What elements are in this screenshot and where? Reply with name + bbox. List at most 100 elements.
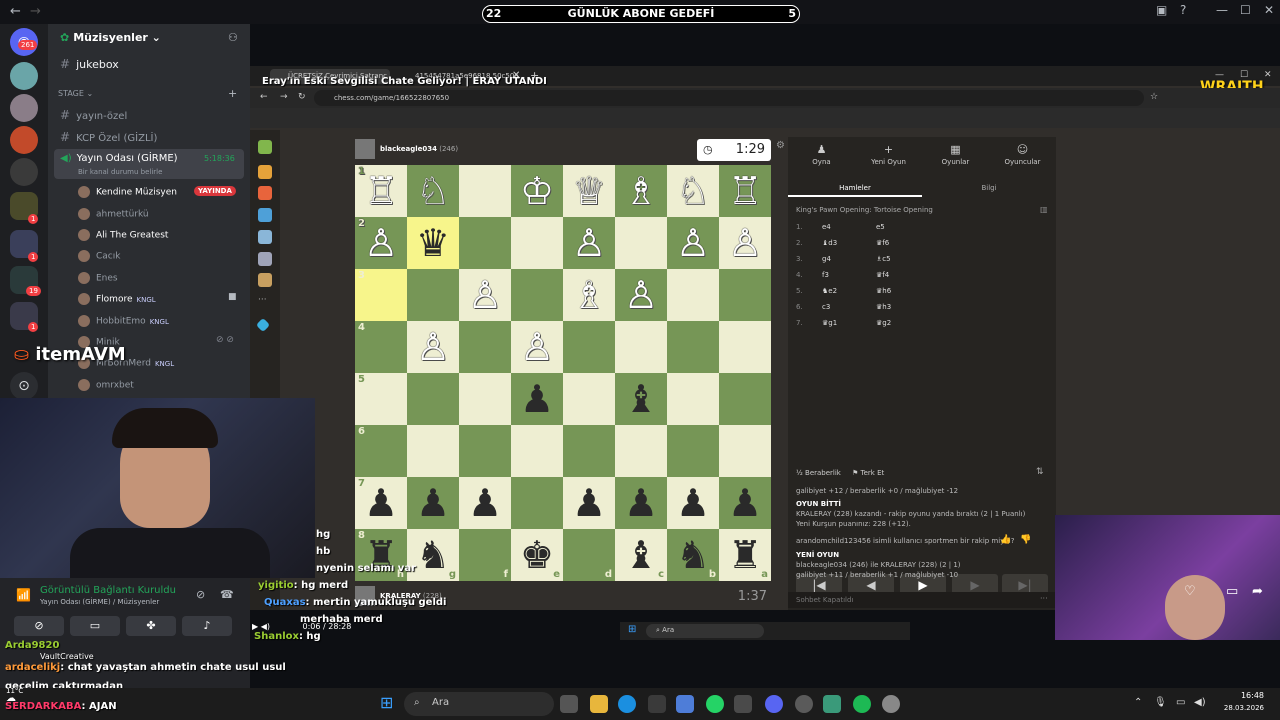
social-icon[interactable] <box>258 252 272 266</box>
settings-icon[interactable] <box>882 695 900 713</box>
share-icon[interactable]: ➦ <box>1252 584 1263 599</box>
board-square[interactable]: ♖ 1 <box>355 165 407 217</box>
board-square[interactable]: ♙ <box>459 269 511 321</box>
voice-channel-name[interactable]: ◀) Yayın Odası (GİRME) <box>60 153 178 164</box>
board-square[interactable]: ♟ <box>511 373 563 425</box>
board-square[interactable]: ♗ <box>563 269 615 321</box>
board-square[interactable] <box>615 425 667 477</box>
board-square[interactable]: ♟ <box>459 477 511 529</box>
board-square[interactable]: ♛ <box>407 217 459 269</box>
voice-user[interactable]: omrxbet <box>78 379 134 391</box>
board-square[interactable] <box>615 217 667 269</box>
board-square[interactable]: ♞ b <box>667 529 719 581</box>
taskbar-search[interactable] <box>404 692 554 716</box>
board-square[interactable]: ♝ c <box>615 529 667 581</box>
network-icon[interactable]: ▭ <box>1176 697 1185 708</box>
board-square[interactable] <box>719 425 771 477</box>
board-square[interactable]: ♙ <box>511 321 563 373</box>
voice-status[interactable]: Bir kanal durumu belirle <box>78 168 162 176</box>
draw-button[interactable]: ½ Beraberlik <box>796 469 841 477</box>
spotify-icon[interactable] <box>853 695 871 713</box>
board-square[interactable] <box>459 217 511 269</box>
move-san[interactable]: e5 <box>876 223 885 231</box>
server-name[interactable]: ✿ Müzisyenler ⌄ <box>60 31 161 44</box>
server-icon-1[interactable] <box>10 62 38 90</box>
maximize-icon[interactable]: ☐ <box>1240 3 1251 17</box>
board-square[interactable]: 4 <box>355 321 407 373</box>
edge-icon[interactable] <box>618 695 636 713</box>
app-icon[interactable] <box>823 695 841 713</box>
resign-button[interactable]: ⚑ Terk Et <box>852 469 884 477</box>
board-square[interactable] <box>511 217 563 269</box>
comment-icon[interactable]: ▭ <box>1226 584 1238 599</box>
voice-user[interactable]: Ali The Greatest <box>78 229 168 241</box>
back-icon[interactable]: ← <box>260 92 268 102</box>
outlook-icon[interactable] <box>676 695 694 713</box>
app-icon[interactable] <box>648 695 666 713</box>
board-square[interactable]: ♘ <box>407 165 459 217</box>
board-square[interactable] <box>719 373 771 425</box>
board-square[interactable]: ♙ <box>407 321 459 373</box>
board-square[interactable] <box>563 321 615 373</box>
board-square[interactable] <box>511 269 563 321</box>
close-icon[interactable]: ✕ <box>1264 70 1272 80</box>
top-player[interactable]: blackeagle034 (246) <box>355 139 458 159</box>
voice-user[interactable]: HobbitEmo KNGL <box>78 315 169 327</box>
board-square[interactable]: ♝ <box>615 373 667 425</box>
board-square[interactable]: 3 <box>355 269 407 321</box>
soundboard-button[interactable]: ♪ <box>182 616 232 636</box>
tab-play[interactable]: ♟ Oyna <box>788 143 855 166</box>
board-square[interactable] <box>719 321 771 373</box>
move-san[interactable]: ♛g1 <box>822 319 837 327</box>
more-icon[interactable] <box>258 273 272 287</box>
tab-games[interactable]: ▦ Oyunlar <box>922 143 989 166</box>
file-explorer-icon[interactable] <box>590 695 608 713</box>
category-stage[interactable]: STAGE ⌄ <box>58 89 93 98</box>
board-square[interactable]: ♗ <box>615 165 667 217</box>
settings-gear-icon[interactable]: ⚙ <box>776 140 785 151</box>
noise-suppression-icon[interactable]: ⊘ <box>196 588 205 601</box>
move-san[interactable]: ♗c5 <box>876 255 891 263</box>
board-square[interactable] <box>407 269 459 321</box>
board-square[interactable]: d <box>563 529 615 581</box>
tab-moves[interactable]: Hamleler <box>788 179 922 197</box>
server-icon-3[interactable] <box>10 126 38 154</box>
board-square[interactable] <box>459 425 511 477</box>
move-san[interactable]: ♛g2 <box>876 319 891 327</box>
activities-button[interactable]: ✤ <box>126 616 176 636</box>
microphone-icon[interactable]: 🎙 <box>1154 697 1167 708</box>
minimize-icon[interactable]: — <box>1216 3 1228 17</box>
board-square[interactable]: ♙ 2 <box>355 217 407 269</box>
board-square[interactable]: ♟ 7 <box>355 477 407 529</box>
board-square[interactable] <box>667 321 719 373</box>
discord-icon[interactable] <box>765 695 783 713</box>
server-icon-2[interactable] <box>10 94 38 122</box>
board-square[interactable]: ♟ <box>615 477 667 529</box>
add-member-icon[interactable]: ⚇ <box>228 31 238 44</box>
channel-jukebox[interactable]: # jukebox <box>60 57 119 71</box>
voice-user[interactable]: Cacık <box>78 250 120 262</box>
board-square[interactable] <box>667 269 719 321</box>
board-square[interactable]: ♜ a <box>719 529 771 581</box>
puzzle-icon[interactable] <box>258 165 272 179</box>
chevron-up-icon[interactable]: ⌃ <box>1134 697 1142 708</box>
board-square[interactable] <box>563 373 615 425</box>
board-square[interactable]: ♚ e <box>511 529 563 581</box>
reload-icon[interactable]: ↻ <box>298 92 306 102</box>
chess-board[interactable]: ♖ 1 ♘ ♔ ♕ ♗ ♘ ♖ ♙ 2 ♛ ♙ ♙ ♙ 3 ♙ ♗ ♙ 4 ♙ ♙ 5 ♟ ♝ 6 ♟ 7 ♟ ♟ ♟ ♟ ♟ ♟ ♜ 8 h ♞ g f ♚… <box>355 165 771 581</box>
news-icon[interactable] <box>258 230 272 244</box>
board-square[interactable] <box>459 165 511 217</box>
board-square[interactable] <box>667 373 719 425</box>
volume-icon[interactable]: ◀) <box>1194 697 1206 708</box>
move-san[interactable]: ♛f6 <box>876 239 889 247</box>
board-square[interactable] <box>563 425 615 477</box>
board-square[interactable]: ♘ <box>667 165 719 217</box>
url-text[interactable]: chess.com/game/166522807650 <box>334 94 449 102</box>
pawn-icon[interactable] <box>258 140 272 154</box>
board-square[interactable] <box>511 425 563 477</box>
voice-user[interactable]: Flomore KNGL <box>78 293 156 305</box>
board-square[interactable] <box>615 321 667 373</box>
board-square[interactable]: ♙ <box>563 217 615 269</box>
back-icon[interactable]: ← <box>10 4 21 19</box>
video-player-controls[interactable]: ▶ ◀) 0:06 / 28:28 <box>252 622 351 631</box>
